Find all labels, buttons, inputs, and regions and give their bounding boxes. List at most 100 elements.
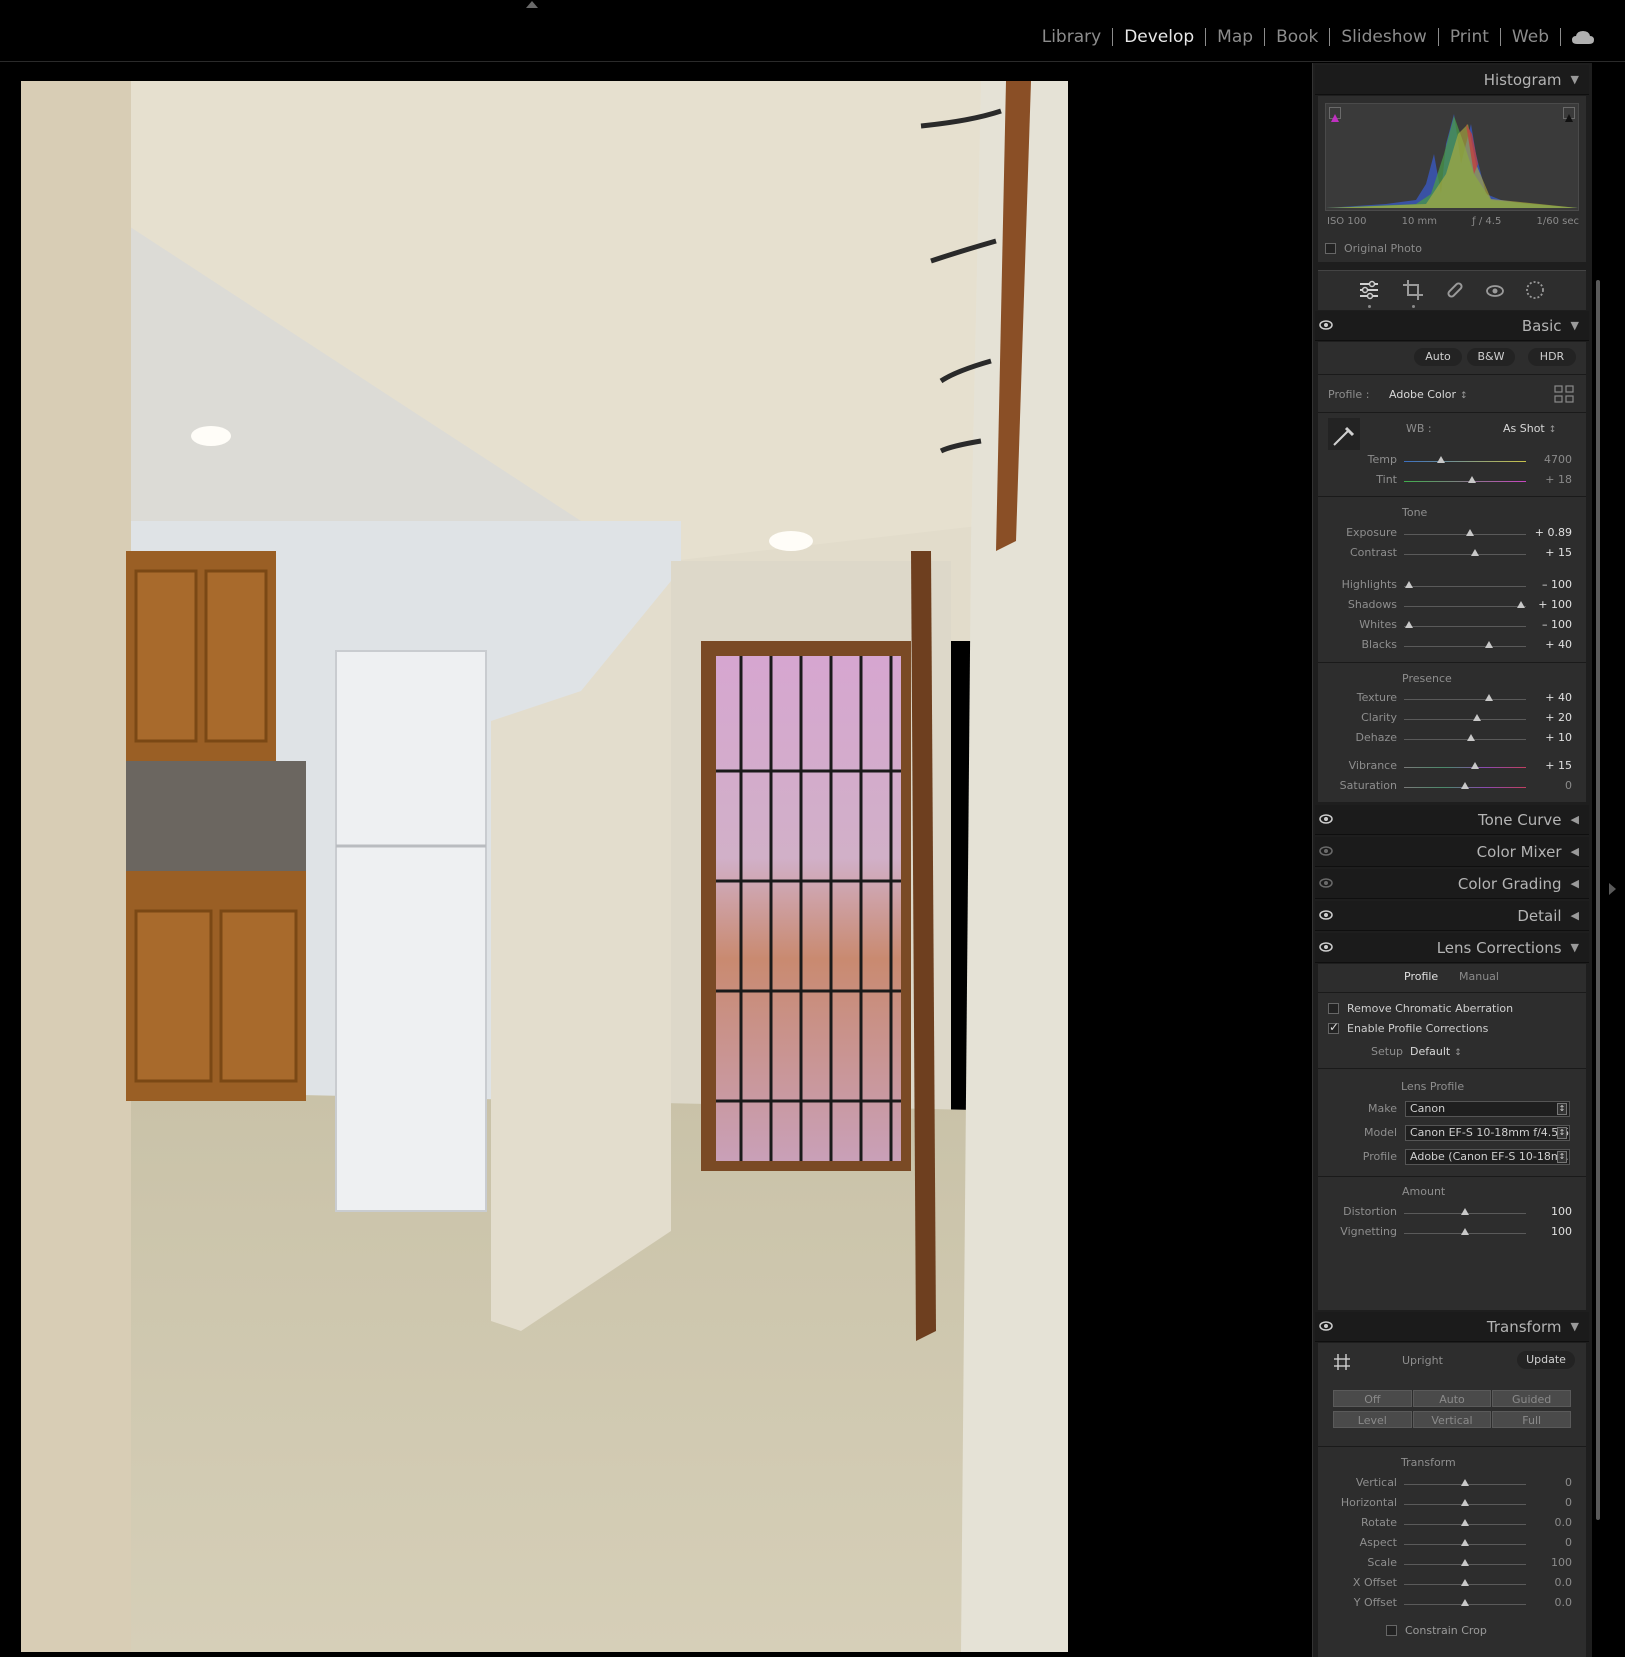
slider-thumb[interactable] xyxy=(1468,476,1477,483)
slider-thumb[interactable] xyxy=(1517,601,1526,608)
original-photo-checkbox[interactable] xyxy=(1325,243,1336,254)
slider-value[interactable]: 0.0 xyxy=(1555,1516,1573,1529)
upright-vertical-button[interactable]: Vertical xyxy=(1412,1410,1492,1428)
color-grading-panel-header[interactable]: Color Grading ◀ xyxy=(1315,869,1589,899)
aspect-slider[interactable]: Aspect 0 xyxy=(1318,1535,1586,1553)
panel-scrollbar[interactable] xyxy=(1596,280,1600,1520)
tint-slider[interactable]: Tint + 18 xyxy=(1318,472,1586,490)
slider-thumb[interactable] xyxy=(1404,621,1413,628)
module-web[interactable]: Web xyxy=(1501,28,1561,46)
slider-thumb[interactable] xyxy=(1485,641,1494,648)
slider-track[interactable] xyxy=(1404,699,1526,700)
slider-track[interactable] xyxy=(1404,606,1526,607)
color-mixer-panel-header[interactable]: Color Mixer ◀ xyxy=(1315,837,1589,867)
wb-dropdown[interactable]: As Shot ↕ xyxy=(1503,422,1556,435)
original-photo-toggle[interactable]: Original Photo xyxy=(1325,242,1422,255)
upright-off-button[interactable]: Off xyxy=(1333,1390,1412,1407)
collapse-triangle-icon[interactable]: ▼ xyxy=(1571,73,1579,86)
masking-icon[interactable] xyxy=(1524,279,1546,301)
eye-icon[interactable] xyxy=(1319,878,1333,888)
slider-value[interactable]: + 20 xyxy=(1545,711,1572,724)
constrain-crop-option[interactable]: Constrain Crop xyxy=(1386,1624,1487,1637)
slider-value[interactable]: + 10 xyxy=(1545,731,1572,744)
slider-value[interactable]: + 0.89 xyxy=(1535,526,1572,539)
texture-slider[interactable]: Texture + 40 xyxy=(1318,690,1586,708)
slider-thumb[interactable] xyxy=(1461,1228,1469,1235)
setup-dropdown[interactable]: Default ↕ xyxy=(1410,1045,1462,1058)
y-offset-slider[interactable]: Y Offset 0.0 xyxy=(1318,1595,1586,1613)
slider-value[interactable]: – 100 xyxy=(1542,618,1572,631)
saturation-slider[interactable]: Saturation 0 xyxy=(1318,778,1586,796)
scale-slider[interactable]: Scale 100 xyxy=(1318,1555,1586,1573)
guided-upright-tool-icon[interactable] xyxy=(1333,1353,1351,1371)
expand-triangle-icon[interactable]: ◀ xyxy=(1571,877,1579,890)
slider-thumb[interactable] xyxy=(1461,1559,1469,1566)
slider-track[interactable] xyxy=(1404,626,1526,627)
slider-track[interactable] xyxy=(1404,461,1526,462)
slider-value[interactable]: + 15 xyxy=(1545,759,1572,772)
healing-icon[interactable] xyxy=(1444,279,1466,301)
collapse-triangle-icon[interactable]: ▼ xyxy=(1571,941,1579,954)
module-print[interactable]: Print xyxy=(1439,28,1501,46)
slider-value[interactable]: – 100 xyxy=(1542,578,1572,591)
collapse-triangle-icon[interactable]: ▼ xyxy=(1571,319,1579,332)
vertical-slider[interactable]: Vertical 0 xyxy=(1318,1475,1586,1493)
cloud-icon[interactable] xyxy=(1571,29,1595,45)
edit-sliders-icon[interactable] xyxy=(1358,279,1380,301)
slider-track[interactable] xyxy=(1404,586,1526,587)
upright-auto-button[interactable]: Auto xyxy=(1412,1390,1492,1407)
x-offset-slider[interactable]: X Offset 0.0 xyxy=(1318,1575,1586,1593)
eye-icon[interactable] xyxy=(1319,320,1333,330)
slider-thumb[interactable] xyxy=(1461,1579,1469,1586)
slider-thumb[interactable] xyxy=(1461,1599,1469,1606)
whites-slider[interactable]: Whites – 100 xyxy=(1318,617,1586,635)
remove-chromatic-aberration-checkbox[interactable] xyxy=(1328,1003,1339,1014)
module-develop[interactable]: Develop xyxy=(1113,28,1207,46)
update-button[interactable]: Update xyxy=(1517,1351,1575,1369)
exposure-slider[interactable]: Exposure + 0.89 xyxy=(1318,525,1586,543)
eye-icon[interactable] xyxy=(1319,1321,1333,1331)
slider-track[interactable] xyxy=(1404,481,1526,482)
highlights-slider[interactable]: Highlights – 100 xyxy=(1318,577,1586,595)
slider-thumb[interactable] xyxy=(1461,1499,1469,1506)
constrain-crop-checkbox[interactable] xyxy=(1386,1625,1397,1636)
slider-value[interactable]: 100 xyxy=(1551,1556,1572,1569)
tone-curve-panel-header[interactable]: Tone Curve ◀ xyxy=(1315,805,1589,835)
slider-track[interactable] xyxy=(1404,719,1526,720)
make-select[interactable]: Canon ↕ xyxy=(1405,1101,1570,1117)
shadows-slider[interactable]: Shadows + 100 xyxy=(1318,597,1586,615)
slider-thumb[interactable] xyxy=(1404,581,1413,588)
slider-track[interactable] xyxy=(1404,767,1526,768)
clarity-slider[interactable]: Clarity + 20 xyxy=(1318,710,1586,728)
slider-value[interactable]: 100 xyxy=(1551,1205,1572,1218)
profile-dropdown[interactable]: Adobe Color ↕ xyxy=(1389,388,1468,401)
slider-value[interactable]: + 15 xyxy=(1545,546,1572,559)
vignetting-slider[interactable]: Vignetting 100 xyxy=(1318,1224,1586,1242)
slider-value[interactable]: 100 xyxy=(1551,1225,1572,1238)
slider-thumb[interactable] xyxy=(1467,734,1476,741)
slider-value[interactable]: 0 xyxy=(1565,1536,1572,1549)
slider-thumb[interactable] xyxy=(1485,694,1494,701)
detail-panel-header[interactable]: Detail ◀ xyxy=(1315,901,1589,931)
bw-button[interactable]: B&W xyxy=(1467,348,1515,366)
tab-profile[interactable]: Profile xyxy=(1404,970,1438,983)
vibrance-slider[interactable]: Vibrance + 15 xyxy=(1318,758,1586,776)
slider-thumb[interactable] xyxy=(1470,762,1479,769)
slider-value[interactable]: 0 xyxy=(1565,1496,1572,1509)
slider-value[interactable]: + 40 xyxy=(1545,691,1572,704)
remove-chromatic-aberration-option[interactable]: Remove Chromatic Aberration xyxy=(1328,1002,1513,1015)
dehaze-slider[interactable]: Dehaze + 10 xyxy=(1318,730,1586,748)
slider-track[interactable] xyxy=(1404,646,1526,647)
histogram-graph[interactable] xyxy=(1325,103,1579,211)
slider-thumb[interactable] xyxy=(1436,456,1445,463)
expand-triangle-icon[interactable]: ◀ xyxy=(1571,909,1579,922)
slider-value[interactable]: 0.0 xyxy=(1555,1576,1573,1589)
eye-icon[interactable] xyxy=(1319,910,1333,920)
model-select[interactable]: Canon EF-S 10-18mm f/4.5-5... ↕ xyxy=(1405,1125,1570,1141)
transform-panel-header[interactable]: Transform ▼ xyxy=(1315,1312,1589,1342)
lens-profile-select[interactable]: Adobe (Canon EF-S 10-18m... ↕ xyxy=(1405,1149,1570,1165)
contrast-slider[interactable]: Contrast + 15 xyxy=(1318,545,1586,563)
crop-icon[interactable] xyxy=(1402,279,1424,301)
kitchen-photo[interactable] xyxy=(21,81,1068,1652)
slider-value[interactable]: 4700 xyxy=(1544,453,1572,466)
